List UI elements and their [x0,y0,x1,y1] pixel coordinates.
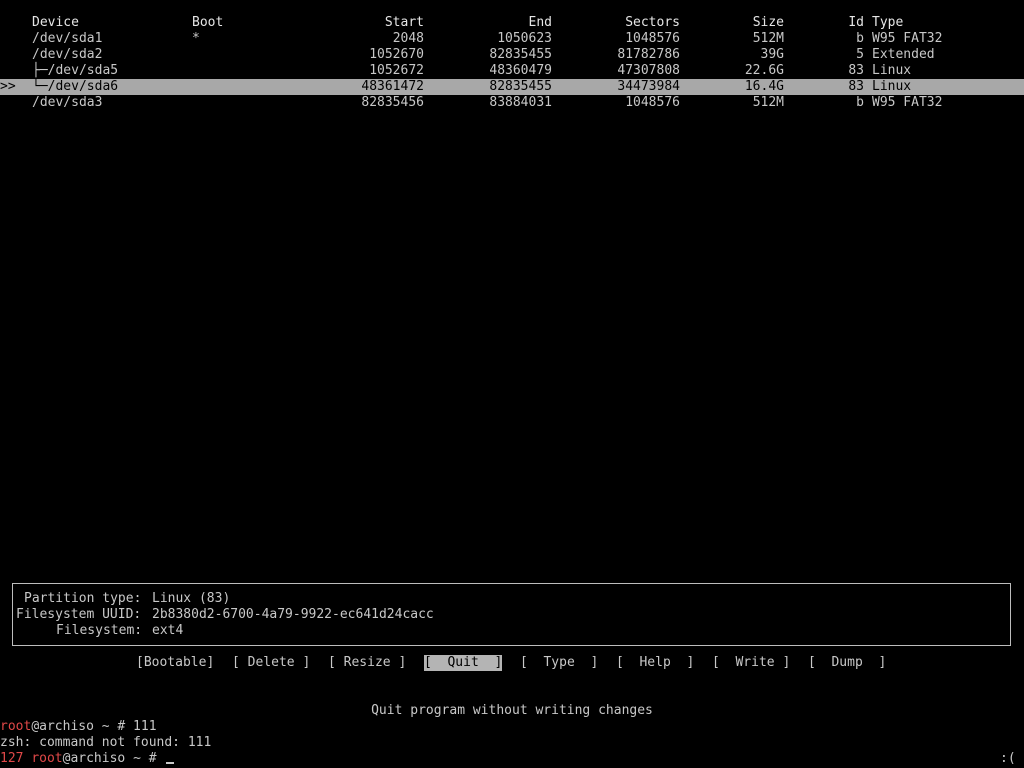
header-type: Type [872,15,904,30]
row-device: ├─/dev/sda5 [32,63,119,78]
table-row[interactable]: /dev/sda3 82835456 83884031 1048576 512M… [0,95,1024,111]
table-row[interactable]: /dev/sda1 * 2048 1050623 1048576 512M b … [0,31,1024,47]
write-button[interactable]: [ Write ] [712,655,790,671]
row-type: W95 FAT32 [872,95,943,110]
row-type: Linux [872,63,912,78]
row-sectors: 1048576 [625,31,680,46]
dump-button[interactable]: [ Dump ] [808,655,886,671]
terminal-line-command: root@archiso ~ # 111 [0,719,157,735]
row-start: 1052672 [369,63,424,78]
row-size: 512M [752,95,784,110]
resize-button[interactable]: [ Resize ] [328,655,406,671]
table-row-selected[interactable]: >> └─/dev/sda6 48361472 82835455 3447398… [0,79,1024,95]
exit-code: 127 [0,751,24,766]
row-sectors: 47307808 [617,63,680,78]
header-boot: Boot [192,15,224,30]
prompt-command: @archiso ~ # 111 [31,719,157,734]
row-device: /dev/sda2 [32,47,103,62]
terminal-line-error: zsh: command not found: 111 [0,735,212,750]
header-id: Id [848,15,864,30]
table-row[interactable]: ├─/dev/sda5 1052672 48360479 47307808 22… [0,63,1024,79]
row-boot-flag: * [192,31,200,46]
row-end: 83884031 [489,95,552,110]
row-device: └─/dev/sda6 [32,79,119,94]
filesystem-value: ext4 [152,623,184,638]
filesystem-label: Filesystem: [56,623,143,638]
type-button[interactable]: [ Type ] [520,655,598,671]
row-device: /dev/sda1 [32,31,103,46]
header-end: End [528,15,552,30]
prompt-user: root [31,751,63,766]
row-start: 48361472 [361,79,424,94]
header-device: Device [32,15,79,30]
table-row[interactable]: /dev/sda2 1052670 82835455 81782786 39G … [0,47,1024,63]
partition-type-value: Linux (83) [152,591,231,606]
text-cursor [166,762,175,764]
terminal-line-prompt[interactable]: 127 root@archiso ~ # [0,751,175,767]
selection-marker: >> [0,79,16,94]
row-id: 83 [848,63,864,78]
table-header: Device Boot Start End Sectors Size Id Ty… [0,15,1024,31]
prompt-text: @archiso ~ # [62,751,165,766]
row-id: b [856,31,864,46]
row-size: 512M [752,31,784,46]
row-end: 1050623 [497,31,552,46]
row-id: 83 [848,79,864,94]
help-button[interactable]: [ Help ] [616,655,694,671]
menu-help-text: Quit program without writing changes [371,703,653,718]
row-id: 5 [856,47,864,62]
filesystem-uuid-value: 2b8380d2-6700-4a79-9922-ec641d24cacc [152,607,434,622]
prompt-user: root [0,719,32,734]
row-sectors: 1048576 [625,95,680,110]
quit-button[interactable]: [ Quit ] [424,655,503,671]
row-type: Linux [872,79,912,94]
row-sectors: 81782786 [617,47,680,62]
bootable-button[interactable]: [Bootable] [136,655,214,671]
row-type: Extended [872,47,935,62]
row-start: 2048 [392,31,424,46]
row-size: 39G [760,47,784,62]
delete-button[interactable]: [ Delete ] [232,655,310,671]
header-size: Size [752,15,784,30]
row-end: 82835455 [489,79,552,94]
row-end: 82835455 [489,47,552,62]
header-sectors: Sectors [625,15,680,30]
row-device: /dev/sda3 [32,95,103,110]
filesystem-uuid-label: Filesystem UUID: [16,607,142,622]
row-size: 16.4G [744,79,784,94]
row-start: 1052670 [369,47,424,62]
status-face: :( [1000,751,1016,766]
partition-type-label: Partition type: [24,591,142,606]
row-type: W95 FAT32 [872,31,943,46]
row-size: 22.6G [744,63,784,78]
row-start: 82835456 [361,95,424,110]
row-sectors: 34473984 [617,79,680,94]
header-start: Start [384,15,424,30]
row-id: b [856,95,864,110]
row-end: 48360479 [489,63,552,78]
